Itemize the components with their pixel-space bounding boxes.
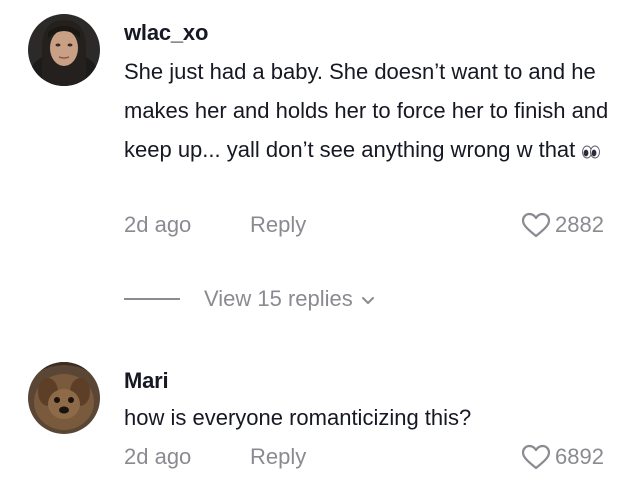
avatar[interactable] [28,14,100,86]
like-count: 6892 [555,444,604,469]
chevron-down-icon [361,286,375,312]
view-replies-label: View 15 replies [204,286,353,311]
comment-text: how is everyone romanticizing this? [124,398,614,437]
like-button[interactable]: 6892 [521,444,604,470]
reply-button[interactable]: Reply [250,212,306,238]
comment-meta: 2d ago Reply 6892 [124,444,604,474]
comment-body: She just had a baby. She doesn’t want to… [124,59,609,162]
like-count: 2882 [555,212,604,237]
comment-text: She just had a baby. She doesn’t want to… [124,52,614,171]
view-replies-button[interactable]: View 15 replies [124,284,375,314]
heart-icon [521,444,551,470]
heart-icon [521,212,551,238]
avatar[interactable] [28,362,100,434]
eyes-emoji-icon [581,132,601,171]
comment-username[interactable]: Mari [124,368,169,394]
user-avatar-image [28,14,100,86]
comment-meta: 2d ago Reply 2882 [124,212,604,242]
like-button[interactable]: 2882 [521,212,604,238]
reply-button[interactable]: Reply [250,444,306,470]
comment-body: how is everyone romanticizing this? [124,405,472,430]
user-avatar-image [28,362,100,434]
comment-timestamp: 2d ago [124,444,192,469]
replies-divider [124,298,180,300]
comment-username[interactable]: wlac_xo [124,20,208,46]
comment-timestamp: 2d ago [124,212,192,237]
